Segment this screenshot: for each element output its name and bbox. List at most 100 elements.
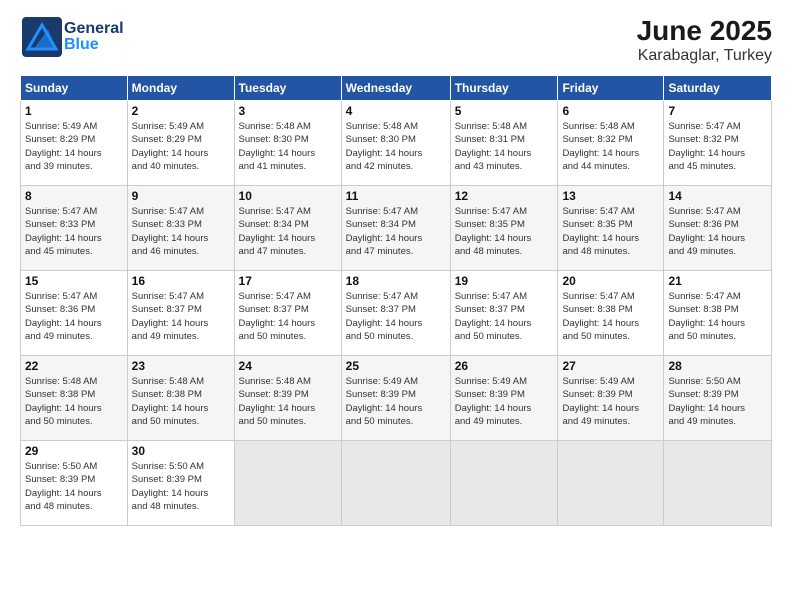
- calendar-cell: 7Sunrise: 5:47 AMSunset: 8:32 PMDaylight…: [664, 101, 772, 186]
- calendar-cell: 2Sunrise: 5:49 AMSunset: 8:29 PMDaylight…: [127, 101, 234, 186]
- calendar-cell: 9Sunrise: 5:47 AMSunset: 8:33 PMDaylight…: [127, 186, 234, 271]
- day-info: Sunrise: 5:48 AMSunset: 8:30 PMDaylight:…: [346, 120, 446, 173]
- day-number: 12: [455, 189, 554, 203]
- header-friday: Friday: [558, 76, 664, 101]
- day-info: Sunrise: 5:47 AMSunset: 8:36 PMDaylight:…: [25, 290, 123, 343]
- logo-general-text: General: [64, 21, 124, 37]
- day-number: 9: [132, 189, 230, 203]
- day-info: Sunrise: 5:47 AMSunset: 8:37 PMDaylight:…: [132, 290, 230, 343]
- day-info: Sunrise: 5:49 AMSunset: 8:39 PMDaylight:…: [455, 375, 554, 428]
- calendar-cell: [664, 441, 772, 526]
- calendar-title: June 2025: [637, 15, 772, 47]
- day-number: 30: [132, 444, 230, 458]
- day-info: Sunrise: 5:49 AMSunset: 8:39 PMDaylight:…: [346, 375, 446, 428]
- day-info: Sunrise: 5:48 AMSunset: 8:31 PMDaylight:…: [455, 120, 554, 173]
- logo: General Blue: [20, 15, 124, 59]
- calendar-cell: 29 Sunrise: 5:50 AMSunset: 8:39 PMDayligh…: [21, 441, 128, 526]
- day-number: 28: [668, 359, 767, 373]
- header-saturday: Saturday: [664, 76, 772, 101]
- day-number: 2: [132, 104, 230, 118]
- calendar-cell: 23 Sunrise: 5:48 AMSunset: 8:38 PMDayligh…: [127, 356, 234, 441]
- calendar-cell: 28 Sunrise: 5:50 AMSunset: 8:39 PMDayligh…: [664, 356, 772, 441]
- day-info: Sunrise: 5:47 AMSunset: 8:34 PMDaylight:…: [346, 205, 446, 258]
- day-info: Sunrise: 5:47 AMSunset: 8:35 PMDaylight:…: [562, 205, 659, 258]
- calendar-cell: 20Sunrise: 5:47 AMSunset: 8:38 PMDayligh…: [558, 271, 664, 356]
- day-info: Sunrise: 5:47 AMSunset: 8:36 PMDaylight:…: [668, 205, 767, 258]
- calendar-cell: 13 Sunrise: 5:47 AMSunset: 8:35 PMDayligh…: [558, 186, 664, 271]
- day-number: 14: [668, 189, 767, 203]
- header: General Blue June 2025 Karabaglar, Turke…: [20, 15, 772, 65]
- day-number: 13: [562, 189, 659, 203]
- calendar-cell: 24Sunrise: 5:48 AMSunset: 8:39 PMDayligh…: [234, 356, 341, 441]
- day-number: 17: [239, 274, 337, 288]
- day-info: Sunrise: 5:48 AMSunset: 8:38 PMDaylight:…: [132, 375, 230, 428]
- calendar-cell: [341, 441, 450, 526]
- day-info: Sunrise: 5:50 AMSunset: 8:39 PMDaylight:…: [668, 375, 767, 428]
- calendar-cell: 8 Sunrise: 5:47 AMSunset: 8:33 PMDaylight…: [21, 186, 128, 271]
- day-number: 1: [25, 104, 123, 118]
- calendar-subtitle: Karabaglar, Turkey: [637, 47, 772, 65]
- day-number: 26: [455, 359, 554, 373]
- day-number: 15: [25, 274, 123, 288]
- calendar-cell: 14 Sunrise: 5:47 AMSunset: 8:36 PMDayligh…: [664, 186, 772, 271]
- day-info: Sunrise: 5:47 AMSunset: 8:38 PMDaylight:…: [668, 290, 767, 343]
- day-number: 10: [239, 189, 337, 203]
- calendar-cell: 4 Sunrise: 5:48 AMSunset: 8:30 PMDaylight…: [341, 101, 450, 186]
- day-number: 5: [455, 104, 554, 118]
- calendar-cell: 15 Sunrise: 5:47 AMSunset: 8:36 PMDayligh…: [21, 271, 128, 356]
- calendar-cell: 26 Sunrise: 5:49 AMSunset: 8:39 PMDayligh…: [450, 356, 558, 441]
- day-number: 4: [346, 104, 446, 118]
- day-number: 19: [455, 274, 554, 288]
- day-number: 29: [25, 444, 123, 458]
- calendar-cell: 30 Sunrise: 5:50 AMSunset: 8:39 PMDayligh…: [127, 441, 234, 526]
- calendar-cell: 27Sunrise: 5:49 AMSunset: 8:39 PMDayligh…: [558, 356, 664, 441]
- calendar-cell: 11 Sunrise: 5:47 AMSunset: 8:34 PMDayligh…: [341, 186, 450, 271]
- header-wednesday: Wednesday: [341, 76, 450, 101]
- title-block: June 2025 Karabaglar, Turkey: [637, 15, 772, 65]
- day-info: Sunrise: 5:48 AMSunset: 8:30 PMDaylight:…: [239, 120, 337, 173]
- logo-icon: [20, 15, 64, 59]
- calendar-week-row: 15 Sunrise: 5:47 AMSunset: 8:36 PMDayligh…: [21, 271, 772, 356]
- weekday-header-row: Sunday Monday Tuesday Wednesday Thursday…: [21, 76, 772, 101]
- day-info: Sunrise: 5:49 AMSunset: 8:39 PMDaylight:…: [562, 375, 659, 428]
- day-number: 22: [25, 359, 123, 373]
- calendar-cell: 18Sunrise: 5:47 AMSunset: 8:37 PMDayligh…: [341, 271, 450, 356]
- day-number: 20: [562, 274, 659, 288]
- day-info: Sunrise: 5:47 AMSunset: 8:34 PMDaylight:…: [239, 205, 337, 258]
- calendar-cell: [234, 441, 341, 526]
- day-number: 21: [668, 274, 767, 288]
- header-sunday: Sunday: [21, 76, 128, 101]
- calendar-cell: 25 Sunrise: 5:49 AMSunset: 8:39 PMDayligh…: [341, 356, 450, 441]
- calendar-cell: 21 Sunrise: 5:47 AMSunset: 8:38 PMDayligh…: [664, 271, 772, 356]
- day-info: Sunrise: 5:48 AMSunset: 8:39 PMDaylight:…: [239, 375, 337, 428]
- day-number: 18: [346, 274, 446, 288]
- calendar-cell: 16 Sunrise: 5:47 AMSunset: 8:37 PMDayligh…: [127, 271, 234, 356]
- calendar-cell: 12Sunrise: 5:47 AMSunset: 8:35 PMDayligh…: [450, 186, 558, 271]
- calendar-week-row: 22 Sunrise: 5:48 AMSunset: 8:38 PMDayligh…: [21, 356, 772, 441]
- day-info: Sunrise: 5:48 AMSunset: 8:38 PMDaylight:…: [25, 375, 123, 428]
- calendar-cell: 1 Sunrise: 5:49 AMSunset: 8:29 PMDaylight…: [21, 101, 128, 186]
- calendar-week-row: 1 Sunrise: 5:49 AMSunset: 8:29 PMDaylight…: [21, 101, 772, 186]
- calendar-week-row: 8 Sunrise: 5:47 AMSunset: 8:33 PMDaylight…: [21, 186, 772, 271]
- calendar-cell: 10 Sunrise: 5:47 AMSunset: 8:34 PMDayligh…: [234, 186, 341, 271]
- day-info: Sunrise: 5:50 AMSunset: 8:39 PMDaylight:…: [132, 460, 230, 513]
- day-number: 23: [132, 359, 230, 373]
- day-number: 25: [346, 359, 446, 373]
- day-info: Sunrise: 5:47 AMSunset: 8:33 PMDaylight:…: [25, 205, 123, 258]
- calendar-cell: [558, 441, 664, 526]
- day-number: 8: [25, 189, 123, 203]
- day-number: 3: [239, 104, 337, 118]
- day-number: 11: [346, 189, 446, 203]
- day-number: 7: [668, 104, 767, 118]
- logo-blue-text: Blue: [64, 37, 124, 53]
- header-thursday: Thursday: [450, 76, 558, 101]
- day-info: Sunrise: 5:48 AMSunset: 8:32 PMDaylight:…: [562, 120, 659, 173]
- calendar-cell: 17 Sunrise: 5:47 AMSunset: 8:37 PMDayligh…: [234, 271, 341, 356]
- logo-texts: General Blue: [64, 21, 124, 53]
- day-info: Sunrise: 5:50 AMSunset: 8:39 PMDaylight:…: [25, 460, 123, 513]
- day-info: Sunrise: 5:47 AMSunset: 8:37 PMDaylight:…: [455, 290, 554, 343]
- calendar-table: Sunday Monday Tuesday Wednesday Thursday…: [20, 75, 772, 526]
- day-info: Sunrise: 5:49 AMSunset: 8:29 PMDaylight:…: [25, 120, 123, 173]
- day-number: 16: [132, 274, 230, 288]
- day-info: Sunrise: 5:47 AMSunset: 8:37 PMDaylight:…: [239, 290, 337, 343]
